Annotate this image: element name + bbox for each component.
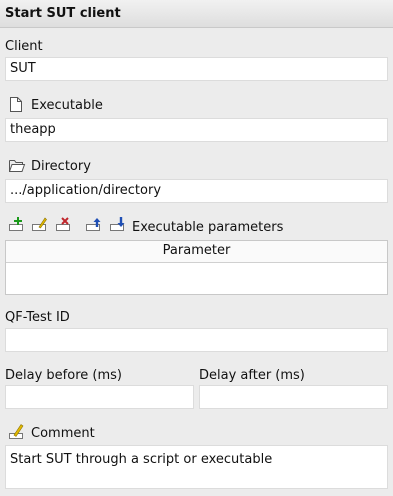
executable-field[interactable]: theapp <box>5 118 388 142</box>
file-icon[interactable] <box>9 96 23 113</box>
directory-field[interactable]: .../application/directory <box>5 179 388 203</box>
panel-title: Start SUT client <box>5 6 121 21</box>
comment-label: Comment <box>31 426 95 441</box>
delete-row-icon[interactable] <box>55 216 72 233</box>
parameters-table[interactable]: Parameter <box>5 240 388 295</box>
delay-before-field[interactable] <box>5 385 194 409</box>
move-down-icon[interactable] <box>109 216 126 233</box>
directory-label: Directory <box>31 159 91 174</box>
parameters-label: Executable parameters <box>132 220 284 235</box>
pencil-icon <box>9 424 24 439</box>
qftest-id-field[interactable] <box>5 328 388 352</box>
folder-icon[interactable] <box>8 158 26 173</box>
qftest-id-label: QF-Test ID <box>5 310 70 325</box>
client-field[interactable]: SUT <box>5 57 388 81</box>
delay-after-label: Delay after (ms) <box>199 368 305 383</box>
delay-before-label: Delay before (ms) <box>5 368 122 383</box>
delay-after-field[interactable] <box>199 385 388 409</box>
parameter-column-header[interactable]: Parameter <box>6 241 387 263</box>
comment-field[interactable]: Start SUT through a script or executable <box>5 445 388 489</box>
edit-row-icon[interactable] <box>31 216 48 233</box>
title-bar: Start SUT client <box>0 0 393 28</box>
executable-label: Executable <box>31 98 103 113</box>
add-row-icon[interactable] <box>8 216 25 233</box>
client-label: Client <box>5 39 43 54</box>
move-up-icon[interactable] <box>85 216 102 233</box>
